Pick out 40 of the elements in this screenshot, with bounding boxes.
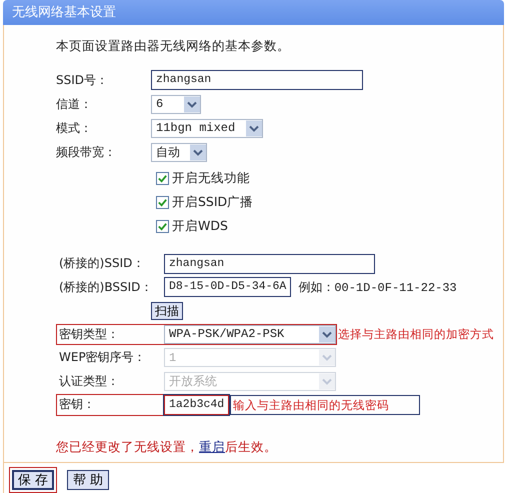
field-label: (桥接的)BSSID： bbox=[58, 278, 154, 296]
field-label: 密钥： bbox=[58, 396, 96, 414]
checkbox-label: 开启无线功能 bbox=[172, 170, 250, 186]
field-label: 认证类型： bbox=[58, 372, 120, 390]
dropdown[interactable]: 6 bbox=[151, 94, 201, 114]
chevron-down-icon bbox=[184, 96, 200, 112]
chevron-down-icon bbox=[319, 349, 335, 366]
example-hint: 例如：00-1D-0F-11-22-33 bbox=[298, 280, 457, 296]
annotation-note: 输入与主路由相同的无线密码 bbox=[230, 394, 420, 415]
window-title: 无线网络基本设置 bbox=[3, 0, 504, 25]
dropdown[interactable]: 11bgn mixed bbox=[151, 118, 263, 138]
field-label: (桥接的)SSID： bbox=[58, 255, 146, 272]
checkbox[interactable] bbox=[156, 220, 169, 232]
text-field[interactable]: zhangsan bbox=[164, 254, 375, 274]
field-label: 信道： bbox=[56, 96, 93, 112]
restart-link[interactable]: 重启 bbox=[199, 438, 225, 454]
footer-button[interactable]: 帮 助 bbox=[67, 470, 109, 490]
text-field[interactable]: D8-15-0D-D5-34-6A bbox=[164, 277, 292, 298]
field-label: 频段带宽： bbox=[56, 144, 117, 160]
chevron-down-icon bbox=[246, 120, 262, 136]
checkbox[interactable] bbox=[156, 196, 169, 208]
field-label: WEP密钥序号： bbox=[58, 349, 147, 366]
chevron-down-icon bbox=[319, 372, 335, 390]
text-field[interactable]: zhangsan bbox=[151, 70, 363, 90]
checkbox-label: 开启WDS bbox=[172, 218, 228, 234]
footer-button[interactable]: 保 存 bbox=[9, 467, 57, 493]
field-label: 模式： bbox=[56, 120, 93, 136]
text-field[interactable]: 1a2b3c4d bbox=[164, 394, 230, 415]
field-label: SSID号： bbox=[56, 72, 110, 88]
chevron-down-icon bbox=[319, 326, 335, 343]
scan-button[interactable]: 扫描 bbox=[151, 302, 183, 320]
checkbox[interactable] bbox=[156, 172, 169, 184]
checkbox-label: 开启SSID广播 bbox=[172, 194, 254, 210]
notice-text: 您已经更改了无线设置，重启后生效。 bbox=[56, 438, 278, 456]
dropdown[interactable]: 自动 bbox=[151, 142, 207, 162]
dropdown[interactable]: WPA-PSK/WPA2-PSK bbox=[164, 324, 336, 344]
chevron-down-icon bbox=[190, 144, 206, 160]
annotation-note: 选择与主路由相同的加密方式 bbox=[338, 326, 494, 342]
field-label: 密钥类型： bbox=[58, 326, 120, 343]
intro-text: 本页面设置路由器无线网络的基本参数。 bbox=[56, 37, 291, 55]
